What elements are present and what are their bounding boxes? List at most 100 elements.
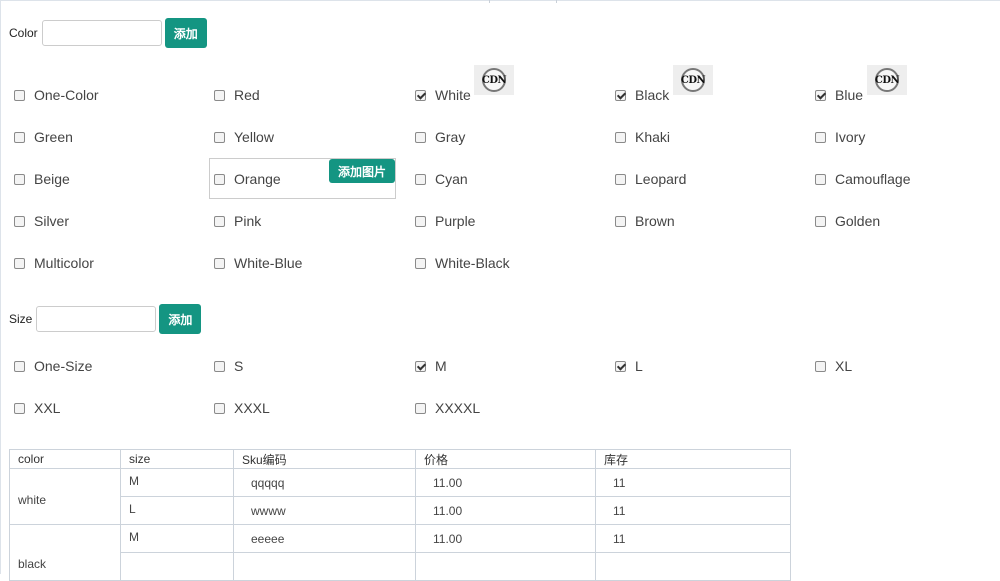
size-add-button[interactable]: 添加 xyxy=(159,304,202,334)
size-option-m[interactable]: M xyxy=(415,354,447,378)
color-option-beige[interactable]: Beige xyxy=(14,167,70,191)
cell-price-input[interactable]: 11.00 xyxy=(415,496,596,525)
color-option-camouflage[interactable]: Camouflage xyxy=(815,167,911,191)
color-add-button[interactable]: 添加 xyxy=(164,18,207,48)
size-option-l[interactable]: L xyxy=(615,354,643,378)
checkbox[interactable] xyxy=(615,131,626,143)
color-option-white[interactable]: White xyxy=(415,83,471,107)
cdn-image-white[interactable]: CDN xyxy=(474,65,514,95)
size-option-xxl[interactable]: XXL xyxy=(14,396,60,420)
checkbox[interactable] xyxy=(214,360,225,372)
checkbox[interactable] xyxy=(615,360,626,372)
checkbox[interactable] xyxy=(615,89,626,101)
color-option-multicolor[interactable]: Multicolor xyxy=(14,251,94,275)
cell-sku-input[interactable]: qqqqq xyxy=(233,468,416,497)
color-option-pink[interactable]: Pink xyxy=(214,209,261,233)
checkbox[interactable] xyxy=(815,215,826,227)
table-row: black M eeeee 11.00 11 xyxy=(9,524,791,581)
cell-size: M xyxy=(120,468,234,497)
cell-stock-input[interactable]: 11 xyxy=(595,496,791,525)
cell-price-input[interactable]: 11.00 xyxy=(415,468,596,497)
cdn-logo-icon: CDN xyxy=(681,68,706,92)
checkbox[interactable] xyxy=(415,360,426,372)
color-option-yellow[interactable]: Yellow xyxy=(214,125,274,149)
color-option-black[interactable]: Black xyxy=(615,83,669,107)
size-input[interactable] xyxy=(36,306,157,332)
color-option-blue[interactable]: Blue xyxy=(815,83,863,107)
color-label: Color xyxy=(9,26,38,40)
checkbox[interactable] xyxy=(214,131,225,143)
option-label: Silver xyxy=(34,213,70,229)
checkbox[interactable] xyxy=(214,215,225,227)
checkbox[interactable] xyxy=(615,173,626,185)
color-option-white-black[interactable]: White-Black xyxy=(415,251,510,275)
checkbox[interactable] xyxy=(214,257,225,269)
checkbox[interactable] xyxy=(415,89,426,101)
color-option-golden[interactable]: Golden xyxy=(815,209,880,233)
checkbox[interactable] xyxy=(214,173,225,185)
checkbox[interactable] xyxy=(415,215,426,227)
checkbox[interactable] xyxy=(14,257,25,269)
size-option-one-size[interactable]: One-Size xyxy=(14,354,92,378)
cell-stock-input[interactable]: 11 xyxy=(595,524,791,553)
option-label: Orange xyxy=(234,171,281,187)
size-option-xl[interactable]: XL xyxy=(815,354,852,378)
cell-stock-input[interactable]: 11 xyxy=(595,468,791,497)
color-option-red[interactable]: Red xyxy=(214,83,260,107)
color-option-silver[interactable]: Silver xyxy=(14,209,69,233)
cdn-image-blue[interactable]: CDN xyxy=(867,65,907,95)
color-option-gray[interactable]: Gray xyxy=(415,125,465,149)
table-row: white M qqqqq 11.00 11 xyxy=(9,468,791,525)
cell-price-input[interactable]: 11.00 xyxy=(415,524,596,553)
checkbox[interactable] xyxy=(815,89,826,101)
cell-sku-input[interactable] xyxy=(233,552,416,581)
size-option-xxxxl[interactable]: XXXXL xyxy=(415,396,480,420)
cell-sku-input[interactable]: wwww xyxy=(233,496,416,525)
checkbox[interactable] xyxy=(14,89,25,101)
cell-stock-input[interactable] xyxy=(595,552,791,581)
option-label: Green xyxy=(34,129,73,145)
table-header-row: color size Sku编码 价格 库存 xyxy=(9,449,791,469)
option-label: M xyxy=(435,358,447,374)
add-image-button[interactable]: 添加图片 xyxy=(329,159,396,183)
checkbox[interactable] xyxy=(415,131,426,143)
size-option-xxxl[interactable]: XXXL xyxy=(214,396,270,420)
option-label: Beige xyxy=(34,171,70,187)
checkbox[interactable] xyxy=(415,257,426,269)
cell-price-input[interactable] xyxy=(415,552,596,581)
checkbox[interactable] xyxy=(14,360,25,372)
cdn-logo-icon: CDN xyxy=(875,68,900,92)
checkbox[interactable] xyxy=(815,173,826,185)
color-input[interactable] xyxy=(41,20,162,46)
option-label: XL xyxy=(835,358,853,374)
option-label: Gray xyxy=(435,129,466,145)
color-option-ivory[interactable]: Ivory xyxy=(815,125,865,149)
checkbox[interactable] xyxy=(14,173,25,185)
table-row xyxy=(10,552,791,581)
color-option-khaki[interactable]: Khaki xyxy=(615,125,670,149)
size-label: Size xyxy=(9,312,33,326)
checkbox[interactable] xyxy=(815,131,826,143)
size-option-s[interactable]: S xyxy=(214,354,243,378)
color-option-leopard[interactable]: Leopard xyxy=(615,167,686,191)
color-option-green[interactable]: Green xyxy=(14,125,73,149)
checkbox[interactable] xyxy=(14,402,25,414)
color-option-brown[interactable]: Brown xyxy=(615,209,675,233)
checkbox[interactable] xyxy=(615,215,626,227)
color-option-purple[interactable]: Purple xyxy=(415,209,475,233)
checkbox[interactable] xyxy=(14,215,25,227)
checkbox[interactable] xyxy=(815,360,826,372)
color-option-orange[interactable]: Orange xyxy=(214,167,281,191)
color-option-white-blue[interactable]: White-Blue xyxy=(214,251,302,275)
checkbox[interactable] xyxy=(214,89,225,101)
option-label: White-Blue xyxy=(234,255,303,271)
checkbox[interactable] xyxy=(14,131,25,143)
color-option-cyan[interactable]: Cyan xyxy=(415,167,468,191)
checkbox[interactable] xyxy=(214,402,225,414)
checkbox[interactable] xyxy=(415,402,426,414)
checkbox[interactable] xyxy=(415,173,426,185)
cdn-image-black[interactable]: CDN xyxy=(673,65,713,95)
cell-sku-input[interactable]: eeeee xyxy=(233,524,416,553)
cell-size: L xyxy=(120,496,234,525)
color-option-one-color[interactable]: One-Color xyxy=(14,83,99,107)
